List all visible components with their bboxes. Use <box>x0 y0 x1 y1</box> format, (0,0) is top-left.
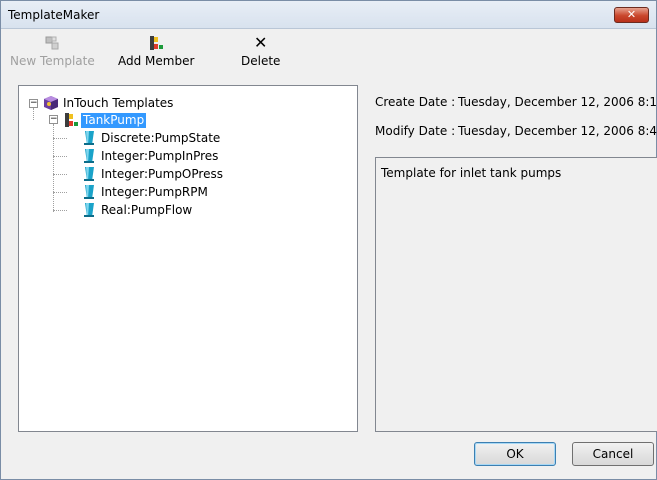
tree-item-label: Integer:PumpOPress <box>101 167 223 181</box>
tag-icon <box>84 203 94 217</box>
new-template-label: New Template <box>10 54 95 68</box>
tree-item-label: Integer:PumpInPres <box>101 149 219 163</box>
tree-item-member[interactable]: Integer:PumpInPres <box>67 148 287 165</box>
tree-connector <box>53 138 67 139</box>
add-member-button[interactable]: Add Member <box>118 35 194 68</box>
tree-item-intouch-templates[interactable]: InTouch Templates <box>43 95 243 112</box>
tag-icon <box>84 185 94 199</box>
tree-item-member[interactable]: Integer:PumpOPress <box>67 166 287 183</box>
tree-connector <box>33 108 34 120</box>
tree-connector <box>53 192 67 193</box>
tree-item-member[interactable]: Real:PumpFlow <box>67 202 287 219</box>
tag-icon <box>84 149 94 163</box>
root-expander[interactable]: − <box>29 99 38 108</box>
cancel-button[interactable]: Cancel <box>572 442 654 466</box>
new-template-button[interactable]: New Template <box>10 35 95 68</box>
add-member-label: Add Member <box>118 54 195 68</box>
tag-icon <box>84 131 94 145</box>
tree-item-label: Integer:PumpRPM <box>101 185 208 199</box>
modify-date-value: Tuesday, December 12, 2006 8:42:49 <box>458 124 657 138</box>
description-field[interactable]: Template for inlet tank pumps <box>375 157 657 432</box>
tree-item-member[interactable]: Discrete:PumpState <box>67 130 287 147</box>
delete-label: Delete <box>241 54 281 68</box>
create-date-value: Tuesday, December 12, 2006 8:18:27 <box>458 95 657 109</box>
tree-item-label: TankPump <box>81 113 147 128</box>
tree-item-label: Discrete:PumpState <box>101 131 221 145</box>
add-member-icon <box>150 36 164 50</box>
tree-item-tankpump[interactable]: TankPump <box>63 112 183 129</box>
modify-date-label: Modify Date : <box>375 124 456 138</box>
template-icon <box>65 113 78 127</box>
tree-item-label: Real:PumpFlow <box>101 203 193 217</box>
create-date-label: Create Date : <box>375 95 456 109</box>
tree-item-label: InTouch Templates <box>63 96 174 110</box>
close-button[interactable]: ✕ <box>614 7 649 23</box>
delete-button[interactable]: ✕ Delete <box>241 33 281 69</box>
window-title: TemplateMaker <box>8 8 100 22</box>
delete-icon: ✕ <box>254 33 268 52</box>
tree-connector <box>53 174 67 175</box>
template-maker-window: TemplateMaker ✕ New Template Add Member … <box>0 0 657 480</box>
template-expander[interactable]: − <box>49 115 58 124</box>
description-text: Template for inlet tank pumps <box>381 166 562 180</box>
tree-connector <box>53 210 67 211</box>
ok-button[interactable]: OK <box>474 442 556 466</box>
tag-icon <box>84 167 94 181</box>
intouch-templates-icon <box>44 96 58 110</box>
new-template-icon <box>45 36 59 50</box>
tree-item-member[interactable]: Integer:PumpRPM <box>67 184 287 201</box>
tree-connector <box>53 156 67 157</box>
template-tree[interactable]: − InTouch Templates − TankPump Discrete:… <box>18 85 358 432</box>
toolbar: New Template Add Member ✕ Delete <box>1 30 656 74</box>
title-bar[interactable]: TemplateMaker ✕ <box>1 1 656 29</box>
